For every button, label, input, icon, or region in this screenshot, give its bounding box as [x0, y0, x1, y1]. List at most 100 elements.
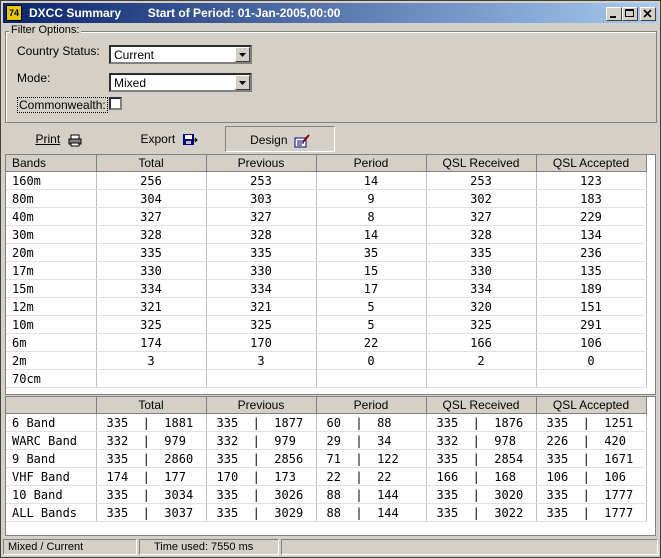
mode-select[interactable]: Mixed — [109, 73, 252, 92]
row-label-cell: 10 Band — [6, 485, 97, 504]
summary-header-blank[interactable] — [6, 397, 97, 414]
maximize-button[interactable] — [622, 7, 638, 21]
summary-header-period[interactable]: Period — [316, 397, 427, 414]
table-cell: 106 — [536, 333, 647, 352]
commonwealth-checkbox[interactable] — [109, 97, 122, 110]
table-row[interactable]: 12m 321 321 5 320 151 — [6, 297, 647, 316]
table-cell: 3 — [96, 351, 207, 370]
table-cell: 14 — [316, 171, 427, 190]
print-button[interactable]: Print — [4, 126, 114, 152]
table-row[interactable]: 70cm — [6, 369, 647, 388]
table-cell: 335 | 3026 — [206, 485, 317, 504]
table-cell: 3 — [206, 351, 317, 370]
table-row[interactable]: 2m 3 3 0 2 0 — [6, 351, 647, 370]
summary-header-total[interactable]: Total — [96, 397, 207, 414]
row-label-cell: 2m — [6, 351, 97, 370]
bands-header-qsl-accepted[interactable]: QSL Accepted — [536, 155, 647, 172]
summary-header-qsl-accepted[interactable]: QSL Accepted — [536, 397, 647, 414]
table-cell: 335 — [426, 243, 537, 262]
table-cell: 335 — [206, 243, 317, 262]
table-cell: 328 — [426, 225, 537, 244]
minimize-icon — [610, 16, 616, 18]
table-row[interactable]: 17m 330 330 15 330 135 — [6, 261, 647, 280]
table-cell: 0 — [316, 351, 427, 370]
mode-value: Mixed — [114, 76, 147, 90]
dxcc-summary-window: 74 DXCC Summary Start of Period: 01-Jan-… — [0, 0, 661, 558]
table-cell: 134 — [536, 225, 647, 244]
country-status-dropdown-button[interactable] — [235, 47, 250, 62]
table-cell: 335 | 1251 — [536, 413, 647, 432]
table-row[interactable]: WARC Band 332 | 979 332 | 979 29 | 34 332 | … — [6, 431, 647, 450]
table-row[interactable]: 9 Band 335 | 2860 335 | 2856 71 | 122 335 | … — [6, 449, 647, 468]
table-cell: 335 | 3022 — [426, 503, 537, 522]
bands-table: Bands Total Previous Period QSL Received… — [6, 155, 647, 388]
commonwealth-label[interactable]: Commonwealth: — [17, 97, 108, 113]
export-button[interactable]: Export — [114, 126, 224, 152]
table-row[interactable]: 6m 174 170 22 166 106 — [6, 333, 647, 352]
table-cell: 88 | 144 — [316, 485, 427, 504]
table-cell: 123 — [536, 171, 647, 190]
design-button[interactable]: Design — [225, 126, 335, 152]
table-cell: 303 — [206, 189, 317, 208]
print-label: Print — [35, 132, 61, 146]
chevron-down-icon — [239, 81, 246, 85]
row-label-cell: 6m — [6, 333, 97, 352]
summary-header-previous[interactable]: Previous — [206, 397, 317, 414]
table-cell: 320 — [426, 297, 537, 316]
table-cell: 330 — [426, 261, 537, 280]
bands-header-qsl-received[interactable]: QSL Received — [426, 155, 537, 172]
country-status-select[interactable]: Current — [109, 45, 252, 64]
table-cell: 9 — [316, 189, 427, 208]
bands-header-period[interactable]: Period — [316, 155, 427, 172]
table-row[interactable]: 160m 256 253 14 253 123 — [6, 171, 647, 190]
table-cell: 226 | 420 — [536, 431, 647, 450]
row-label-cell: 70cm — [6, 369, 97, 388]
table-row[interactable]: 10 Band 335 | 3034 335 | 3026 88 | 144 335 |… — [6, 485, 647, 504]
table-row[interactable]: 15m 334 334 17 334 189 — [6, 279, 647, 298]
table-row[interactable]: VHF Band 174 | 177 170 | 173 22 | 22 166 | 1… — [6, 467, 647, 486]
bands-header-bands[interactable]: Bands — [6, 155, 97, 172]
table-cell: 335 | 1881 — [96, 413, 207, 432]
table-row[interactable]: ALL Bands 335 | 3037 335 | 3029 88 | 144 335… — [6, 503, 647, 522]
table-cell: 256 — [96, 171, 207, 190]
country-status-value: Current — [114, 48, 155, 62]
summary-table-container[interactable]: Total Previous Period QSL Received QSL A… — [5, 396, 656, 536]
table-row[interactable]: 20m 335 335 35 335 236 — [6, 243, 647, 262]
table-cell: 166 — [426, 333, 537, 352]
table-cell: 2 — [426, 351, 537, 370]
table-row[interactable]: 80m 304 303 9 302 183 — [6, 189, 647, 208]
table-cell: 174 | 177 — [96, 467, 207, 486]
table-cell: 332 | 979 — [206, 431, 317, 450]
table-cell: 15 — [316, 261, 427, 280]
table-cell: 321 — [206, 297, 317, 316]
table-cell: 135 — [536, 261, 647, 280]
bands-table-container[interactable]: Bands Total Previous Period QSL Received… — [5, 154, 656, 395]
table-cell: 335 | 3034 — [96, 485, 207, 504]
minimize-button[interactable] — [606, 7, 622, 21]
table-cell: 22 | 22 — [316, 467, 427, 486]
app-icon: 74 — [6, 5, 22, 21]
table-row[interactable]: 6 Band 335 | 1881 335 | 1877 60 | 88 335 | 1… — [6, 413, 647, 432]
title-bar[interactable]: 74 DXCC Summary Start of Period: 01-Jan-… — [3, 3, 658, 23]
table-cell: 291 — [536, 315, 647, 334]
table-cell: 35 — [316, 243, 427, 262]
summary-header-qsl-received[interactable]: QSL Received — [426, 397, 537, 414]
table-cell: 17 — [316, 279, 427, 298]
export-label: Export — [140, 132, 176, 146]
bands-header-total[interactable]: Total — [96, 155, 207, 172]
table-cell: 330 — [206, 261, 317, 280]
close-button[interactable] — [640, 7, 656, 21]
table-cell — [206, 369, 317, 388]
bands-header-previous[interactable]: Previous — [206, 155, 317, 172]
table-cell: 302 — [426, 189, 537, 208]
country-status-label: Country Status: — [17, 44, 100, 58]
table-row[interactable]: 40m 327 327 8 327 229 — [6, 207, 647, 226]
mode-dropdown-button[interactable] — [235, 75, 250, 90]
table-cell: 229 — [536, 207, 647, 226]
table-row[interactable]: 10m 325 325 5 325 291 — [6, 315, 647, 334]
table-cell: 183 — [536, 189, 647, 208]
table-row[interactable]: 30m 328 328 14 328 134 — [6, 225, 647, 244]
table-cell — [316, 369, 427, 388]
row-label-cell: 15m — [6, 279, 97, 298]
table-cell: 174 — [96, 333, 207, 352]
